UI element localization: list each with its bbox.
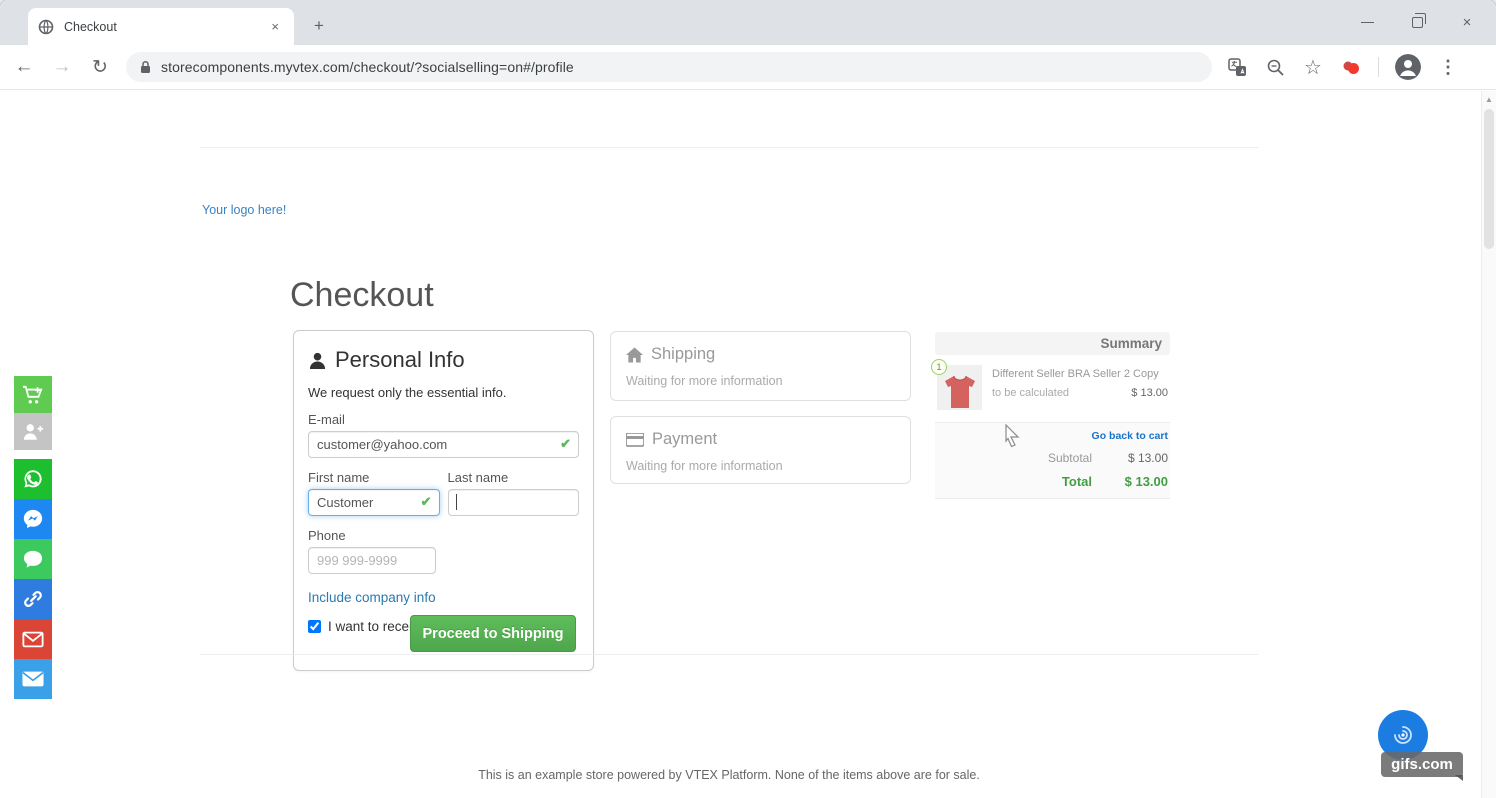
cart-plus-button[interactable] — [14, 376, 52, 413]
globe-icon — [38, 19, 54, 35]
browser-toolbar: ← → ↻ storecomponents.myvtex.com/checkou… — [0, 45, 1496, 90]
extension-red-icon[interactable] — [1340, 56, 1362, 78]
proceed-to-shipping-button[interactable]: Proceed to Shipping — [410, 615, 576, 652]
address-bar[interactable]: storecomponents.myvtex.com/checkout/?soc… — [126, 52, 1212, 82]
social-share-bar — [14, 376, 52, 699]
star-icon[interactable]: ☆ — [1302, 56, 1324, 78]
tab-close-icon[interactable]: × — [266, 17, 284, 36]
shipping-status: Waiting for more information — [626, 374, 895, 388]
forward-button[interactable]: → — [48, 53, 76, 81]
new-tab-button[interactable]: + — [306, 13, 332, 39]
newsletter-checkbox[interactable] — [308, 620, 321, 633]
header-divider — [200, 147, 1258, 148]
lock-icon — [140, 60, 151, 74]
scrollbar-thumb[interactable] — [1484, 109, 1494, 249]
order-summary: Summary 1 Different Seller BRA Seller 2 … — [935, 332, 1170, 499]
social-bar-gap — [14, 450, 52, 459]
browser-tab[interactable]: Checkout × — [28, 8, 294, 45]
whatsapp-icon — [22, 468, 44, 490]
shipping-estimate-note: to be calculated — [992, 387, 1069, 399]
personal-info-subtitle: We request only the essential info. — [308, 385, 579, 400]
email-share-button[interactable] — [14, 659, 52, 699]
toolbar-icons: ☆ ⋮ — [1226, 54, 1459, 80]
translate-icon[interactable] — [1226, 56, 1248, 78]
shipping-section: Shipping Waiting for more information — [610, 331, 911, 401]
mouse-cursor — [1003, 424, 1023, 448]
shipping-title: Shipping — [626, 345, 895, 364]
summary-totals: Go back to cart Subtotal $ 13.00 Total $… — [935, 422, 1170, 499]
total-value: $ 13.00 — [1118, 474, 1168, 489]
browser-window: Checkout × + × ← → ↻ storecomponents.myv… — [0, 0, 1496, 798]
include-company-info-link[interactable]: Include company info — [308, 590, 436, 605]
back-button[interactable]: ← — [10, 53, 38, 81]
sms-share-button[interactable] — [14, 539, 52, 579]
add-user-icon — [22, 422, 44, 441]
go-back-to-cart-link[interactable]: Go back to cart — [937, 430, 1168, 442]
restore-button[interactable] — [1406, 12, 1428, 34]
total-row: Total $ 13.00 — [937, 474, 1168, 489]
copy-link-share-button[interactable] — [14, 579, 52, 619]
product-name: Different Seller BRA Seller 2 Copy — [992, 368, 1168, 380]
subtotal-label: Subtotal — [1048, 451, 1092, 465]
restore-icon — [1412, 17, 1423, 28]
tab-strip: Checkout × + × — [0, 0, 1496, 45]
tab-title: Checkout — [64, 20, 266, 34]
tshirt-image — [943, 374, 977, 410]
personal-info-title: Personal Info — [308, 347, 579, 373]
last-name-field[interactable] — [448, 489, 580, 516]
minimize-icon — [1361, 22, 1374, 23]
text-caret — [456, 494, 457, 510]
url-text: storecomponents.myvtex.com/checkout/?soc… — [161, 59, 574, 75]
total-label: Total — [1062, 474, 1092, 489]
summary-item-row: 1 Different Seller BRA Seller 2 Copy to … — [935, 355, 1170, 422]
messenger-icon — [22, 508, 44, 530]
credit-card-icon — [626, 433, 644, 447]
home-icon — [626, 347, 643, 363]
messenger-share-button[interactable] — [14, 499, 52, 539]
quantity-badge: 1 — [931, 359, 947, 375]
personal-info-card: Personal Info We request only the essent… — [293, 330, 594, 671]
phone-label: Phone — [308, 528, 579, 543]
email-label: E-mail — [308, 412, 579, 427]
subtotal-value: $ 13.00 — [1118, 451, 1168, 465]
product-price: $ 13.00 — [1131, 387, 1168, 399]
email-field[interactable] — [308, 431, 579, 458]
cart-plus-icon — [22, 385, 44, 405]
footer-disclaimer: This is an example store powered by VTEX… — [200, 768, 1258, 782]
spiral-icon — [1390, 722, 1416, 748]
profile-avatar-icon[interactable] — [1395, 54, 1421, 80]
person-icon — [308, 351, 327, 370]
footer-divider — [200, 654, 1258, 655]
summary-title: Summary — [935, 332, 1170, 355]
minimize-button[interactable] — [1356, 12, 1378, 34]
payment-section: Payment Waiting for more information — [610, 416, 911, 484]
whatsapp-share-button[interactable] — [14, 459, 52, 499]
payment-status: Waiting for more information — [626, 459, 895, 473]
store-logo-link[interactable]: Your logo here! — [202, 203, 286, 217]
phone-field[interactable] — [308, 547, 436, 574]
gifs-watermark: gifs.com — [1381, 752, 1463, 777]
add-user-button[interactable] — [14, 413, 52, 450]
chat-bubble-icon — [22, 549, 44, 569]
menu-dots-icon[interactable]: ⋮ — [1437, 56, 1459, 78]
first-name-field[interactable] — [308, 489, 440, 516]
toolbar-separator — [1378, 57, 1379, 77]
product-thumbnail: 1 — [937, 365, 982, 410]
scrollbar-up-arrow[interactable]: ▲ — [1485, 95, 1493, 104]
first-name-label: First name — [308, 470, 440, 485]
gmail-share-button[interactable] — [14, 619, 52, 659]
close-window-button[interactable]: × — [1456, 12, 1478, 34]
payment-title: Payment — [626, 430, 895, 449]
subtotal-row: Subtotal $ 13.00 — [937, 451, 1168, 465]
email-envelope-icon — [22, 671, 44, 687]
page-title: Checkout — [290, 276, 434, 315]
page-viewport: Your logo here! Checkout Personal Info W… — [0, 91, 1496, 798]
zoom-out-icon[interactable] — [1264, 56, 1286, 78]
gmail-envelope-icon — [22, 631, 44, 648]
last-name-label: Last name — [448, 470, 580, 485]
page-scrollbar[interactable]: ▲ — [1481, 91, 1496, 798]
link-icon — [22, 588, 44, 610]
window-controls: × — [1356, 0, 1488, 45]
reload-button[interactable]: ↻ — [86, 53, 114, 81]
